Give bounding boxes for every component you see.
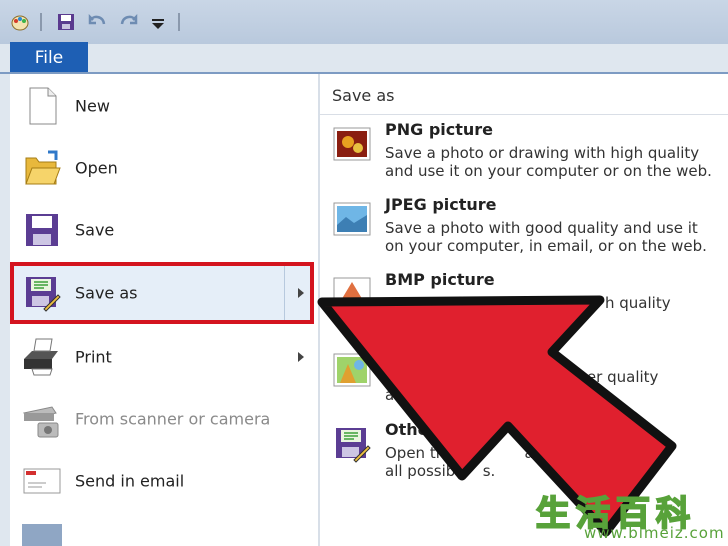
menu-label-new: New	[75, 96, 110, 116]
save-icon[interactable]	[56, 12, 76, 32]
menu-item-save-as[interactable]: Save as	[10, 265, 318, 321]
save-as-icon	[26, 277, 61, 312]
jpeg-picture-icon	[333, 202, 371, 236]
option-title: BMP picture	[385, 270, 495, 289]
watermark-url: www.bimeiz.com	[584, 524, 725, 542]
panel-title: Save as	[332, 86, 395, 105]
file-menu: New Open Save Save as Print From scanner…	[10, 74, 318, 546]
png-picture-icon	[333, 127, 371, 161]
menu-item-save[interactable]: Save	[10, 202, 318, 258]
save-disk-icon	[26, 214, 58, 246]
option-png-picture[interactable]: PNG picture Save a photo or drawing with…	[320, 120, 728, 192]
undo-icon[interactable]	[88, 12, 108, 32]
quick-access-toolbar	[0, 0, 728, 44]
new-document-icon	[29, 87, 57, 125]
menu-label-open: Open	[75, 158, 118, 178]
menu-label-print: Print	[75, 347, 112, 367]
redo-icon[interactable]	[118, 12, 138, 32]
paint-app-icon[interactable]	[10, 12, 30, 32]
menu-item-send-in-email[interactable]: Send in email	[10, 453, 318, 509]
customize-toolbar-icon[interactable]	[148, 12, 168, 32]
option-jpeg-picture[interactable]: JPEG picture Save a photo with good qual…	[320, 195, 728, 267]
file-tab[interactable]: File	[10, 42, 88, 74]
option-description: Save a photo with good quality and use i…	[385, 219, 707, 255]
option-description: Open the alog bo rom all possible s.	[385, 444, 658, 480]
other-formats-icon	[336, 428, 371, 463]
option-title: Other	[385, 420, 437, 439]
bmp-picture-icon	[333, 277, 371, 311]
save-as-panel: Save as PNG picture Save a photo or draw…	[320, 74, 728, 546]
menu-item-new[interactable]: New	[10, 78, 318, 134]
open-folder-icon	[25, 150, 61, 185]
menu-label-save: Save	[75, 220, 115, 240]
option-description: h quality	[605, 294, 671, 312]
option-description: ith lower quality an	[385, 368, 659, 404]
next-menu-item-icon	[22, 524, 62, 546]
gif-picture-icon	[333, 353, 371, 387]
submenu-arrow-icon	[298, 352, 304, 362]
option-title: PNG picture	[385, 120, 494, 139]
scanner-camera-icon	[22, 406, 59, 438]
watermark: 生活百科 www.bimeiz.com	[528, 486, 728, 546]
option-title: JPEG picture	[385, 195, 497, 214]
menu-label-from-scanner: From scanner or camera	[75, 409, 271, 429]
printer-icon	[24, 338, 58, 376]
menu-label-save-as: Save as	[75, 283, 138, 303]
option-description: Save a photo or drawing with high qualit…	[385, 144, 712, 180]
paint-window: File New Open Save Save as Print From sc…	[0, 0, 728, 546]
option-other-formats[interactable]: Other Open the alog bo rom all possible s.	[320, 420, 728, 492]
option-gif-picture[interactable]: ith lower quality an	[320, 346, 728, 418]
email-icon	[23, 468, 61, 494]
menu-item-open[interactable]: Open	[10, 140, 318, 196]
menu-label-send-in-email: Send in email	[75, 471, 185, 491]
menu-item-from-scanner-or-camera[interactable]: From scanner or camera	[10, 391, 318, 447]
option-bmp-picture[interactable]: BMP picture h quality	[320, 270, 728, 342]
menu-item-print[interactable]: Print	[10, 329, 318, 385]
submenu-arrow-icon	[298, 288, 304, 298]
